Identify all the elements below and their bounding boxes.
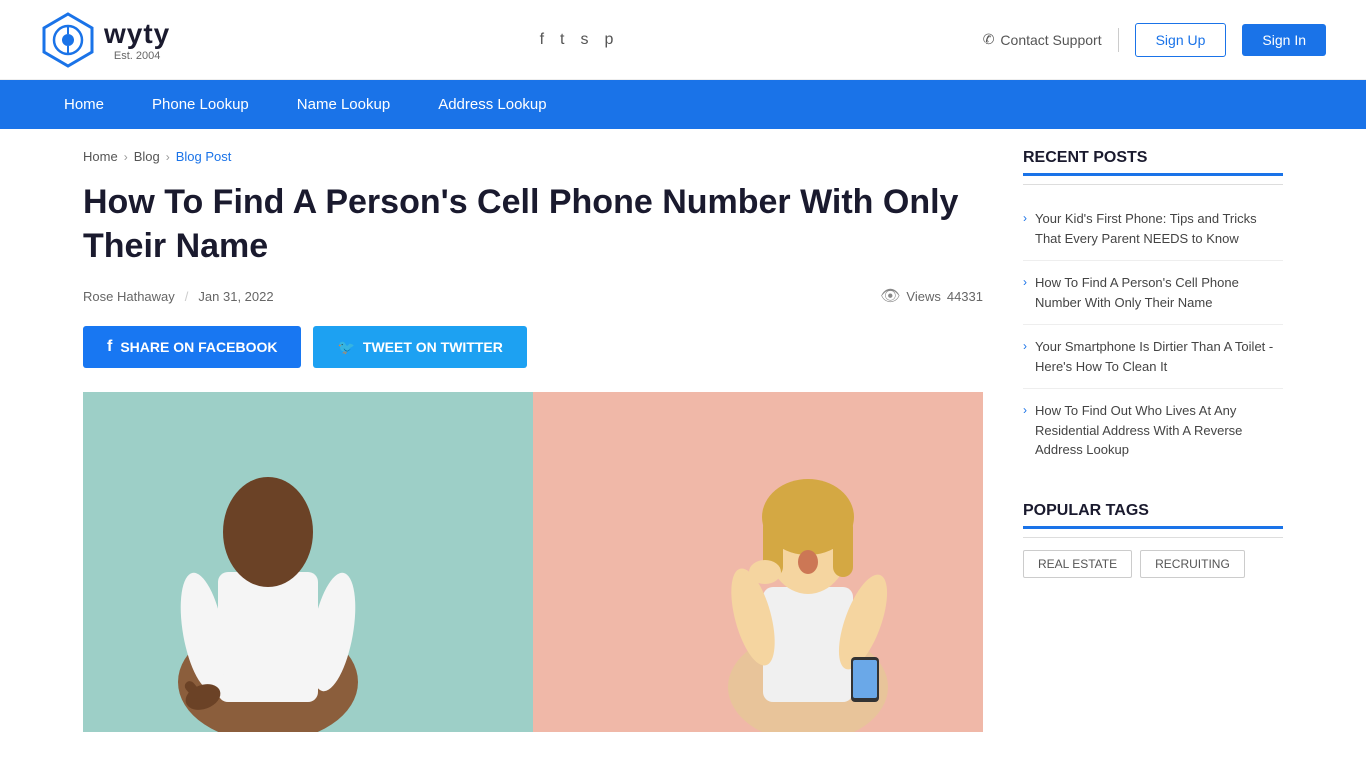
post-link-3[interactable]: Your Smartphone Is Dirtier Than A Toilet… xyxy=(1035,337,1283,376)
facebook-social-icon[interactable]: f xyxy=(540,31,544,49)
post-link-1[interactable]: Your Kid's First Phone: Tips and Tricks … xyxy=(1035,209,1283,248)
views-area: 👁 Views 44331 xyxy=(880,286,983,306)
logo-text: wyty xyxy=(104,18,170,50)
breadcrumb-current: Blog Post xyxy=(176,149,232,164)
breadcrumb-blog[interactable]: Blog xyxy=(134,149,160,164)
sidebar: RECENT POSTS › Your Kid's First Phone: T… xyxy=(1023,149,1283,732)
twitter-icon: 🐦 xyxy=(337,339,354,356)
tag-real-estate[interactable]: REAL ESTATE xyxy=(1023,550,1132,578)
meta-divider: / xyxy=(185,289,189,304)
popular-tags-divider xyxy=(1023,537,1283,538)
breadcrumb: Home › Blog › Blog Post xyxy=(83,149,983,164)
views-count: 44331 xyxy=(947,289,983,304)
contact-support-label: Contact Support xyxy=(1000,32,1101,48)
breadcrumb-home[interactable]: Home xyxy=(83,149,118,164)
popular-tags: REAL ESTATE RECRUITING xyxy=(1023,550,1283,578)
share-twitter-button[interactable]: 🐦 TWEET ON TWITTER xyxy=(313,326,526,368)
popular-tags-section: POPULAR TAGS REAL ESTATE RECRUITING xyxy=(1023,502,1283,578)
signin-button[interactable]: Sign In xyxy=(1242,24,1326,56)
article-image xyxy=(83,392,983,732)
share-facebook-button[interactable]: f SHARE ON FACEBOOK xyxy=(83,326,301,368)
signup-button[interactable]: Sign Up xyxy=(1135,23,1227,57)
recent-post-1[interactable]: › Your Kid's First Phone: Tips and Trick… xyxy=(1023,197,1283,261)
stumbleupon-social-icon[interactable]: s xyxy=(580,31,588,49)
recent-posts-section: RECENT POSTS › Your Kid's First Phone: T… xyxy=(1023,149,1283,472)
views-label: Views xyxy=(906,289,940,304)
meta-left: Rose Hathaway / Jan 31, 2022 xyxy=(83,289,274,304)
post-arrow-3: › xyxy=(1023,339,1027,353)
main-container: Home › Blog › Blog Post How To Find A Pe… xyxy=(43,129,1323,752)
post-link-2[interactable]: How To Find A Person's Cell Phone Number… xyxy=(1035,273,1283,312)
post-arrow-1: › xyxy=(1023,211,1027,225)
recent-posts-divider xyxy=(1023,184,1283,185)
header: wyty Est. 2004 f t s p ✆ Contact Support… xyxy=(0,0,1366,80)
nav-address-lookup[interactable]: Address Lookup xyxy=(414,80,570,129)
pinterest-social-icon[interactable]: p xyxy=(604,31,613,49)
eye-icon: 👁 xyxy=(880,286,900,306)
contact-support-link[interactable]: ✆ Contact Support xyxy=(983,31,1102,48)
recent-post-3[interactable]: › Your Smartphone Is Dirtier Than A Toil… xyxy=(1023,325,1283,389)
tag-recruiting[interactable]: RECRUITING xyxy=(1140,550,1245,578)
article-meta: Rose Hathaway / Jan 31, 2022 👁 Views 443… xyxy=(83,286,983,306)
nav-home[interactable]: Home xyxy=(40,80,128,129)
recent-posts-title: RECENT POSTS xyxy=(1023,149,1283,176)
post-arrow-2: › xyxy=(1023,275,1027,289)
article-author: Rose Hathaway xyxy=(83,289,175,304)
person-right-silhouette xyxy=(693,432,923,732)
header-divider xyxy=(1118,28,1119,52)
header-right: ✆ Contact Support Sign Up Sign In xyxy=(983,23,1326,57)
recent-post-2[interactable]: › How To Find A Person's Cell Phone Numb… xyxy=(1023,261,1283,325)
article-date: Jan 31, 2022 xyxy=(198,289,273,304)
breadcrumb-sep-2: › xyxy=(166,150,170,164)
share-twitter-label: TWEET ON TWITTER xyxy=(363,339,503,355)
nav-name-lookup[interactable]: Name Lookup xyxy=(273,80,414,129)
post-link-4[interactable]: How To Find Out Who Lives At Any Residen… xyxy=(1035,401,1283,460)
popular-tags-title: POPULAR TAGS xyxy=(1023,502,1283,529)
share-facebook-label: SHARE ON FACEBOOK xyxy=(120,339,277,355)
share-buttons: f SHARE ON FACEBOOK 🐦 TWEET ON TWITTER xyxy=(83,326,983,368)
logo-text-area: wyty Est. 2004 xyxy=(104,18,170,62)
main-nav: Home Phone Lookup Name Lookup Address Lo… xyxy=(0,80,1366,129)
logo-icon xyxy=(40,12,96,68)
person-left-silhouette xyxy=(143,412,393,732)
facebook-icon: f xyxy=(107,338,112,356)
nav-phone-lookup[interactable]: Phone Lookup xyxy=(128,80,273,129)
social-links: f t s p xyxy=(540,31,614,49)
recent-post-4[interactable]: › How To Find Out Who Lives At Any Resid… xyxy=(1023,389,1283,472)
post-arrow-4: › xyxy=(1023,403,1027,417)
article-content: Home › Blog › Blog Post How To Find A Pe… xyxy=(83,149,983,732)
phone-icon: ✆ xyxy=(983,31,995,48)
breadcrumb-sep-1: › xyxy=(124,150,128,164)
article-title: How To Find A Person's Cell Phone Number… xyxy=(83,180,983,268)
logo-est: Est. 2004 xyxy=(104,50,170,62)
twitter-social-icon[interactable]: t xyxy=(560,31,564,49)
logo-area[interactable]: wyty Est. 2004 xyxy=(40,12,170,68)
